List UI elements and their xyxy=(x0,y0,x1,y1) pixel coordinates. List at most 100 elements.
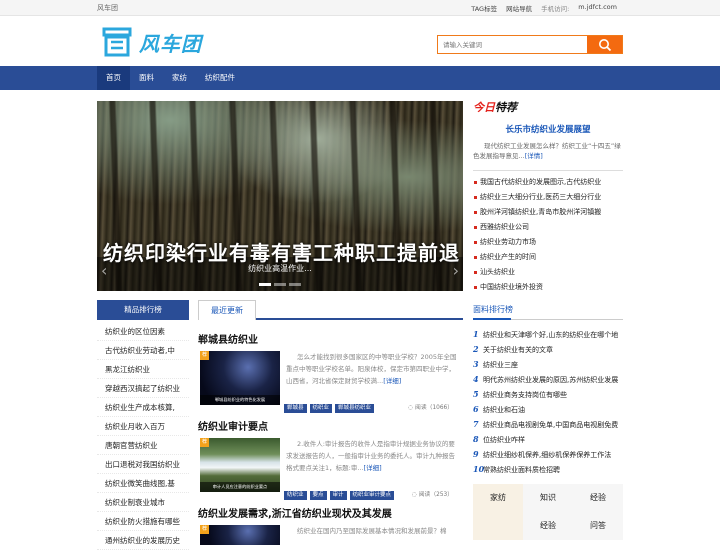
nav-item-home[interactable]: 首页 xyxy=(97,66,130,90)
slider-dots xyxy=(97,283,463,286)
tag-chip[interactable]: 纺织业审计要点 xyxy=(349,491,395,500)
article-more-link[interactable]: [详细] xyxy=(383,377,401,385)
list-item[interactable]: 9 纺织业细纱机保养,细纱机保养保养工作法 xyxy=(473,447,623,462)
list-item[interactable]: 纺织业的区位因素 xyxy=(97,322,189,341)
list-item[interactable]: 纺织业劳动力市场 xyxy=(473,235,623,250)
article-thumbnail[interactable]: 审计人员应注意的纺织业要点 xyxy=(200,438,280,492)
latest-tabbar: 最近更新 xyxy=(198,300,463,320)
fabric-ranking: 面料排行榜 1 纺织业和天津哪个好,山东的纺织业在哪个地 2 关于纺织业有关的文章 … xyxy=(473,300,623,477)
header: 风车团 xyxy=(0,16,720,66)
slider-dot[interactable] xyxy=(274,283,286,286)
article-card: 纺织业审计要点 审计人员应注意的纺织业要点 荐 2.收件人:审计报告的收件人是指… xyxy=(198,418,463,500)
search-icon xyxy=(598,38,611,51)
article-title[interactable]: 纺织业审计要点 xyxy=(198,418,463,433)
slider-next-icon[interactable]: › xyxy=(453,261,459,280)
category-cell[interactable]: 经验 xyxy=(573,484,623,512)
pinwheel-logo-icon xyxy=(102,27,132,57)
list-item[interactable]: 纺织业微笑曲线图,基 xyxy=(97,474,189,493)
tag-chip[interactable]: 审计 xyxy=(329,491,347,500)
list-item[interactable]: 汕头纺织业 xyxy=(473,265,623,280)
nav-item-home-textile[interactable]: 家纺 xyxy=(163,66,196,90)
list-item[interactable]: 纺织业防火措施有哪些 xyxy=(97,512,189,531)
list-item[interactable]: 纺织业产生的时间 xyxy=(473,250,623,265)
category-cell[interactable]: 经验 xyxy=(523,512,573,540)
tag-link[interactable]: TAG标签 xyxy=(471,3,497,13)
mobile-url[interactable]: m.jdfct.com xyxy=(578,3,617,13)
list-item[interactable]: 中国纺织业境外投资 xyxy=(473,280,623,295)
list-item[interactable]: 2 关于纺织业有关的文章 xyxy=(473,342,623,357)
article-summary: 2.收件人:审计报告的收件人是指审计规据业务协议的要求发送报告的人，一般指审计业… xyxy=(286,440,455,472)
category-cell[interactable]: 家纺 xyxy=(473,484,523,512)
top-bar: 风车团 TAG标签 网站导航 手机访问: m.jdfct.com xyxy=(0,0,720,16)
today-more-link[interactable]: [详情] xyxy=(525,152,543,160)
article-tags: 郸城县 纺织业 郸城县纺织业 xyxy=(284,404,375,413)
search-button[interactable] xyxy=(587,36,622,53)
article-thumbnail[interactable] xyxy=(200,525,280,545)
tab-latest[interactable]: 最近更新 xyxy=(198,300,256,320)
article-title[interactable]: 纺织业发展需求,浙江省纺织业现状及其发展 xyxy=(198,505,463,520)
site-nav-link[interactable]: 网站导航 xyxy=(506,3,532,13)
recommend-badge: 荐 xyxy=(200,438,209,447)
list-item[interactable]: 西雅纺织业公司 xyxy=(473,220,623,235)
hero-slider[interactable]: 纺织印染行业有毒有害工种职工提前退 纺织业高温作业... ‹ › xyxy=(97,101,463,291)
article-card: 郸城县纺织业 郸城县纺织业的特色化发展 荐 怎么才能找到很多国家区的中等职业学校… xyxy=(198,331,463,413)
main-nav: 首页 面料 家纺 纺织配件 xyxy=(0,66,720,90)
slider-dot[interactable] xyxy=(259,283,271,286)
list-item[interactable]: 纺织业月收入百万 xyxy=(97,417,189,436)
slider-caption[interactable]: 纺织业高温作业... xyxy=(97,263,463,274)
list-item[interactable]: 1 纺织业和天津哪个好,山东的纺织业在哪个地 xyxy=(473,327,623,342)
article-thumbnail[interactable]: 郸城县纺织业的特色化发展 xyxy=(200,351,280,405)
list-item[interactable]: 唐朝官营纺织业 xyxy=(97,436,189,455)
list-item[interactable]: 黑龙江纺织业 xyxy=(97,360,189,379)
fabric-ranking-list: 1 纺织业和天津哪个好,山东的纺织业在哪个地 2 关于纺织业有关的文章 3 纺织业三座… xyxy=(473,327,623,477)
fabric-ranking-title[interactable]: 面料排行榜 xyxy=(473,300,623,320)
ranking-tab[interactable]: 精品排行榜 xyxy=(97,300,189,320)
nav-item-accessories[interactable]: 纺织配件 xyxy=(196,66,244,90)
article-card: 纺织业发展需求,浙江省纺织业现状及其发展 荐 纺织业在国内乃至国际发展基本情况和… xyxy=(198,505,463,545)
list-item[interactable]: 7 纺织业商品电视剧免单,中国商品电视剧免费 xyxy=(473,417,623,432)
list-item[interactable]: 通州纺织业的发展历史 xyxy=(97,531,189,550)
article-more-link[interactable]: [详细] xyxy=(364,464,382,472)
nav-item-fabric[interactable]: 面料 xyxy=(130,66,163,90)
slider-dot[interactable] xyxy=(289,283,301,286)
list-item[interactable]: 纺织业三大细分行业,医药三大细分行业 xyxy=(473,190,623,205)
list-item[interactable]: 古代纺织业劳动者,中 xyxy=(97,341,189,360)
today-description: 现代纺织工业发展怎么样？纺织工业“十四五”绿色发展指导意见...[详情] xyxy=(473,142,621,160)
list-item[interactable]: 3 纺织业三座 xyxy=(473,357,623,372)
search-box xyxy=(437,35,623,54)
list-item[interactable]: 出口退税对我国纺织业 xyxy=(97,455,189,474)
article-summary: 纺织业在国内乃至国际发展基本情况和发展前景？棉 xyxy=(297,527,447,535)
tag-chip[interactable]: 要点 xyxy=(309,491,327,500)
today-headline[interactable]: 长乐市纺织业发展展望 xyxy=(473,123,623,135)
mobile-label: 手机访问: xyxy=(541,5,570,13)
logo[interactable]: 风车团 xyxy=(101,25,202,59)
category-cell[interactable] xyxy=(473,512,523,540)
list-item[interactable]: 8 位纺织业咋样 xyxy=(473,432,623,447)
slider-prev-icon[interactable]: ‹ xyxy=(101,261,107,280)
tag-chip[interactable]: 郸城县 xyxy=(284,404,307,413)
category-grid: 家纺 知识 经验 经验 问答 xyxy=(473,484,623,540)
article-summary: 怎么才能找到很多国家区的中等职业学校？2005年全国重点中等职业学校名单。阳泉体… xyxy=(286,353,457,385)
list-item[interactable]: 5 纺织业商务支持岗位有哪些 xyxy=(473,387,623,402)
article-title[interactable]: 郸城县纺织业 xyxy=(198,331,463,346)
eye-icon: ◌ xyxy=(411,492,419,498)
today-title: 今日特荐 xyxy=(473,101,517,114)
site-name[interactable]: 风车团 xyxy=(97,3,118,13)
read-count: ◌ 阅读（1066） xyxy=(408,405,453,411)
category-cell[interactable]: 知识 xyxy=(523,484,573,512)
list-item[interactable]: 6 纺织业和石油 xyxy=(473,402,623,417)
list-item[interactable]: 4 明代苏州纺织业发展的原因,苏州纺织业发展 xyxy=(473,372,623,387)
list-item[interactable]: 纺织业生产成本核算, xyxy=(97,398,189,417)
tag-chip[interactable]: 纺织业 xyxy=(309,404,333,413)
list-item[interactable]: 我国古代纺织业的发展图示,古代纺织业 xyxy=(473,175,623,190)
read-count: ◌ 阅读（253） xyxy=(411,492,453,498)
tag-chip[interactable]: 郸城县纺织业 xyxy=(335,404,375,413)
category-cell[interactable]: 问答 xyxy=(573,512,623,540)
list-item[interactable]: 穿越西汉搞起了纺织业 xyxy=(97,379,189,398)
list-item[interactable]: 10常熟纺织业面料质检招聘 xyxy=(473,462,623,477)
search-input[interactable] xyxy=(438,36,587,53)
list-item[interactable]: 胶州洋河镇纺织业,青岛市胶州洋河镇搬 xyxy=(473,205,623,220)
ranking-box: 精品排行榜 纺织业的区位因素 古代纺织业劳动者,中 黑龙江纺织业 穿越西汉搞起了… xyxy=(97,300,189,550)
tag-chip[interactable]: 纺织业 xyxy=(284,491,307,500)
list-item[interactable]: 纺织业制衰业城市 xyxy=(97,493,189,512)
